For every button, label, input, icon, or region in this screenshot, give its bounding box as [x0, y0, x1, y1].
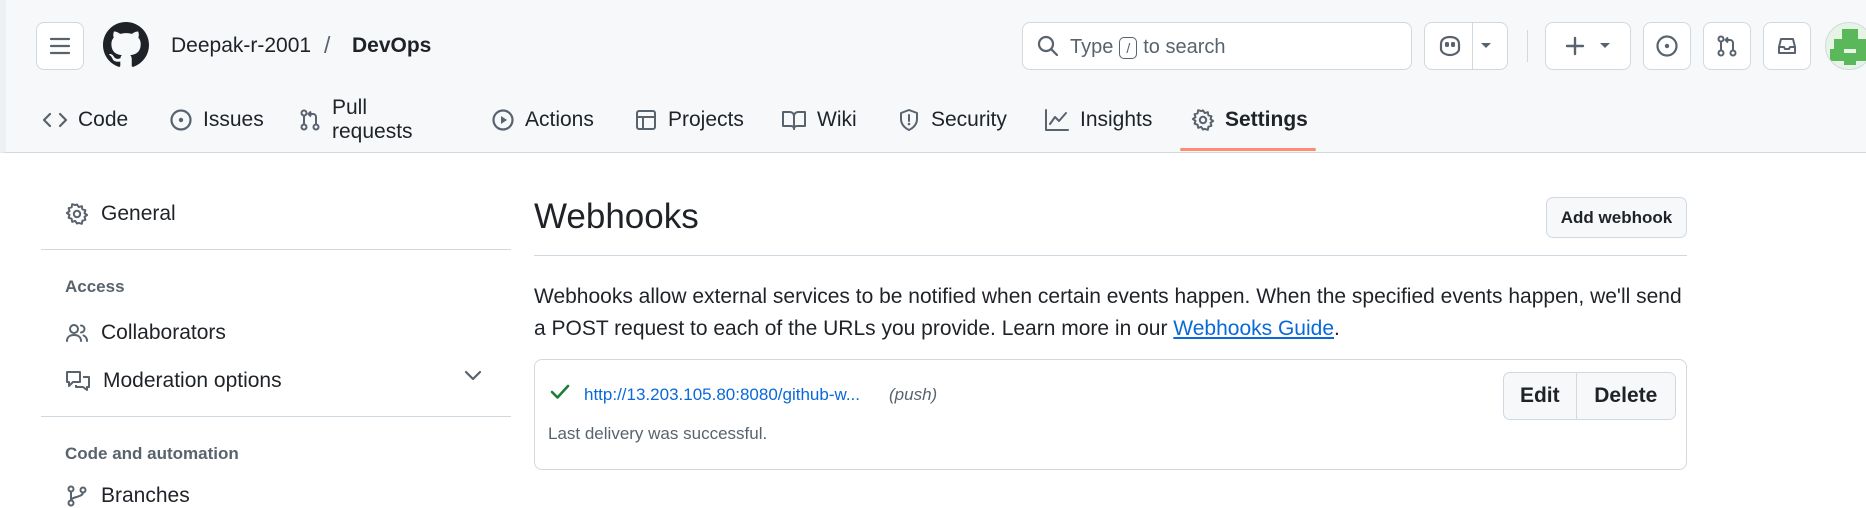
- tab-settings-label: Settings: [1225, 108, 1308, 131]
- sidebar-item-branches-label: Branches: [101, 484, 190, 507]
- page-title: Webhooks: [534, 197, 699, 236]
- webhook-delivery-status: Last delivery was successful.: [548, 424, 768, 443]
- webhook-events: (push): [889, 385, 938, 404]
- git-pull-request-icon: [1717, 35, 1737, 57]
- gear-icon: [1191, 109, 1215, 131]
- tab-projects-label: Projects: [668, 108, 744, 131]
- copilot-icon: [1439, 35, 1461, 57]
- sidebar-item-general[interactable]: General: [65, 202, 176, 226]
- sidebar-heading-code-automation: Code and automation: [65, 444, 239, 463]
- pull-requests-button[interactable]: [1703, 22, 1751, 70]
- sidebar-item-general-label: General: [101, 202, 176, 225]
- shield-icon: [900, 109, 918, 131]
- gear-icon: [65, 203, 89, 225]
- identicon-icon: [1830, 29, 1866, 65]
- inbox-button[interactable]: [1763, 22, 1811, 70]
- user-avatar[interactable]: [1825, 22, 1866, 70]
- repo-name-link[interactable]: DevOps: [352, 34, 431, 58]
- chevron-down-icon[interactable]: [463, 369, 483, 383]
- issue-opened-icon: [1656, 35, 1678, 57]
- delete-webhook-button[interactable]: Delete: [1577, 373, 1675, 419]
- webhook-list-item: http://13.203.105.80:8080/github-w... (p…: [534, 359, 1687, 470]
- sidebar-divider: [41, 416, 511, 417]
- tab-security-label: Security: [931, 108, 1007, 131]
- selected-tab-underline: [1180, 148, 1316, 151]
- breadcrumb-separator: /: [324, 32, 331, 58]
- git-branch-icon: [67, 485, 87, 507]
- hamburger-menu-button[interactable]: [36, 22, 84, 70]
- issues-button[interactable]: [1643, 22, 1691, 70]
- tab-code[interactable]: Code: [42, 92, 128, 148]
- repo-owner-link[interactable]: Deepak-r-2001: [171, 34, 311, 58]
- tab-projects[interactable]: Projects: [634, 92, 744, 148]
- title-divider: [534, 255, 1687, 256]
- description-end: .: [1334, 317, 1340, 340]
- tab-settings[interactable]: Settings: [1191, 92, 1308, 148]
- tab-wiki-label: Wiki: [817, 108, 857, 131]
- search-placeholder-after: to search: [1143, 36, 1226, 58]
- search-placeholder: Type / to search: [1070, 36, 1226, 59]
- search-shortcut-key: /: [1119, 36, 1138, 59]
- git-pull-request-icon: [300, 109, 320, 131]
- graph-icon: [1045, 109, 1069, 131]
- search-input[interactable]: Type / to search: [1022, 22, 1412, 70]
- add-webhook-button[interactable]: Add webhook: [1546, 197, 1687, 238]
- tab-pull-requests[interactable]: Pull requests: [298, 92, 413, 148]
- search-placeholder-before: Type: [1070, 36, 1114, 58]
- webhooks-description: Webhooks allow external services to be n…: [534, 281, 1684, 345]
- edit-webhook-button[interactable]: Edit: [1504, 373, 1577, 419]
- tab-actions[interactable]: Actions: [491, 92, 594, 148]
- tab-security[interactable]: Security: [897, 92, 1007, 148]
- copilot-button[interactable]: [1424, 22, 1508, 70]
- sidebar-item-moderation-label: Moderation options: [103, 369, 282, 392]
- play-icon: [492, 109, 514, 131]
- comment-discussion-icon: [66, 371, 90, 391]
- webhook-url-link[interactable]: http://13.203.105.80:8080/github-w...: [584, 385, 860, 405]
- book-icon: [782, 111, 806, 130]
- tab-actions-label: Actions: [525, 108, 594, 131]
- tab-insights[interactable]: Insights: [1044, 92, 1152, 148]
- people-icon: [66, 324, 88, 342]
- github-logo-icon[interactable]: [103, 22, 149, 68]
- chevron-down-icon[interactable]: [1479, 41, 1493, 51]
- sidebar-item-moderation[interactable]: Moderation options: [65, 369, 282, 393]
- tab-pull-requests-label: Pull requests: [332, 96, 413, 143]
- tab-insights-label: Insights: [1080, 108, 1153, 131]
- webhooks-guide-link[interactable]: Webhooks Guide: [1173, 317, 1334, 340]
- sidebar-item-collaborators[interactable]: Collaborators: [65, 321, 226, 345]
- tab-code-label: Code: [78, 108, 129, 131]
- sidebar-heading-access: Access: [65, 277, 125, 296]
- sidebar-divider: [41, 249, 511, 250]
- tab-wiki[interactable]: Wiki: [781, 92, 857, 148]
- table-icon: [636, 110, 656, 130]
- issue-opened-icon: [170, 109, 192, 131]
- header-divider: [1527, 30, 1528, 62]
- chevron-down-icon: [1600, 43, 1610, 48]
- webhook-actions: Edit Delete: [1503, 372, 1676, 420]
- sidebar-item-collaborators-label: Collaborators: [101, 321, 226, 344]
- tab-issues-label: Issues: [203, 108, 264, 131]
- repo-header: Deepak-r-2001 / DevOps Type / to search: [0, 0, 1866, 153]
- search-icon: [1037, 35, 1059, 57]
- inbox-icon: [1778, 38, 1796, 54]
- three-bars-icon: [49, 37, 71, 55]
- create-new-button[interactable]: [1545, 22, 1631, 70]
- sidebar-item-branches[interactable]: Branches: [65, 484, 190, 508]
- copilot-split-divider: [1472, 22, 1473, 70]
- check-icon: [550, 384, 570, 399]
- description-text: Webhooks allow external services to be n…: [534, 285, 1682, 340]
- plus-icon: [1565, 36, 1585, 56]
- code-icon: [42, 112, 68, 128]
- tab-issues[interactable]: Issues: [169, 92, 264, 148]
